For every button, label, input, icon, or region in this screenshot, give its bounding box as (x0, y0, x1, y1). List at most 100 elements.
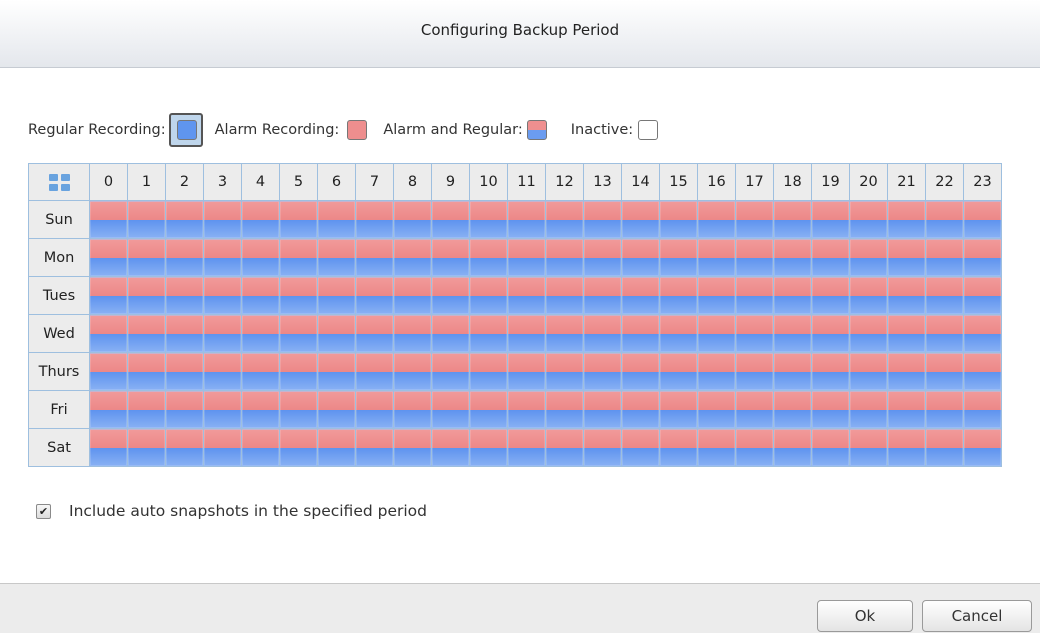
hour-header[interactable]: 19 (811, 163, 850, 201)
schedule-cell[interactable] (811, 428, 850, 467)
schedule-cell[interactable] (887, 390, 926, 429)
schedule-cell[interactable] (317, 276, 356, 315)
schedule-cell[interactable] (545, 238, 584, 277)
schedule-cell[interactable] (203, 238, 242, 277)
schedule-cell[interactable] (469, 352, 508, 391)
schedule-cell[interactable] (697, 428, 736, 467)
schedule-cell[interactable] (735, 238, 774, 277)
schedule-cell[interactable] (545, 428, 584, 467)
snapshot-option[interactable]: ✔ Include auto snapshots in the specifie… (36, 502, 427, 520)
schedule-cell[interactable] (355, 238, 394, 277)
schedule-cell[interactable] (507, 428, 546, 467)
schedule-cell[interactable] (469, 238, 508, 277)
schedule-cell[interactable] (89, 200, 128, 239)
schedule-cell[interactable] (355, 352, 394, 391)
schedule-cell[interactable] (431, 238, 470, 277)
hour-header[interactable]: 22 (925, 163, 964, 201)
schedule-cell[interactable] (773, 390, 812, 429)
schedule-cell[interactable] (203, 390, 242, 429)
schedule-cell[interactable] (925, 276, 964, 315)
schedule-cell[interactable] (887, 314, 926, 353)
schedule-cell[interactable] (621, 390, 660, 429)
schedule-cell[interactable] (241, 352, 280, 391)
schedule-cell[interactable] (89, 428, 128, 467)
schedule-cell[interactable] (583, 428, 622, 467)
schedule-cell[interactable] (925, 428, 964, 467)
schedule-cell[interactable] (925, 314, 964, 353)
schedule-cell[interactable] (89, 314, 128, 353)
schedule-cell[interactable] (317, 314, 356, 353)
schedule-cell[interactable] (925, 238, 964, 277)
schedule-cell[interactable] (127, 314, 166, 353)
schedule-cell[interactable] (89, 352, 128, 391)
legend-regular-swatch[interactable] (177, 120, 198, 140)
schedule-cell[interactable] (849, 200, 888, 239)
hour-header[interactable]: 5 (279, 163, 318, 201)
schedule-cell[interactable] (203, 314, 242, 353)
schedule-cell[interactable] (241, 276, 280, 315)
schedule-cell[interactable] (507, 276, 546, 315)
schedule-cell[interactable] (507, 238, 546, 277)
hour-header[interactable]: 10 (469, 163, 508, 201)
hour-header[interactable]: 18 (773, 163, 812, 201)
schedule-cell[interactable] (811, 238, 850, 277)
schedule-cell[interactable] (431, 390, 470, 429)
schedule-cell[interactable] (659, 352, 698, 391)
schedule-cell[interactable] (507, 352, 546, 391)
schedule-cell[interactable] (659, 200, 698, 239)
schedule-cell[interactable] (279, 200, 318, 239)
schedule-cell[interactable] (355, 314, 394, 353)
schedule-cell[interactable] (621, 276, 660, 315)
schedule-cell[interactable] (279, 276, 318, 315)
schedule-cell[interactable] (127, 276, 166, 315)
schedule-cell[interactable] (659, 428, 698, 467)
schedule-cell[interactable] (431, 314, 470, 353)
schedule-cell[interactable] (621, 314, 660, 353)
schedule-cell[interactable] (773, 428, 812, 467)
schedule-cell[interactable] (393, 238, 432, 277)
hour-header[interactable]: 4 (241, 163, 280, 201)
schedule-cell[interactable] (849, 428, 888, 467)
legend-both-swatch[interactable] (526, 120, 547, 140)
schedule-cell[interactable] (241, 200, 280, 239)
schedule-cell[interactable] (355, 390, 394, 429)
hour-header[interactable]: 2 (165, 163, 204, 201)
schedule-cell[interactable] (697, 390, 736, 429)
schedule-cell[interactable] (241, 314, 280, 353)
hour-header[interactable]: 11 (507, 163, 546, 201)
schedule-cell[interactable] (393, 276, 432, 315)
schedule-cell[interactable] (773, 238, 812, 277)
schedule-cell[interactable] (963, 314, 1002, 353)
day-header[interactable]: Thurs (28, 352, 90, 391)
schedule-cell[interactable] (773, 200, 812, 239)
schedule-cell[interactable] (89, 390, 128, 429)
schedule-cell[interactable] (621, 200, 660, 239)
schedule-cell[interactable] (203, 200, 242, 239)
schedule-cell[interactable] (583, 276, 622, 315)
day-header[interactable]: Sat (28, 428, 90, 467)
select-all-cell[interactable] (28, 163, 90, 201)
schedule-cell[interactable] (697, 200, 736, 239)
schedule-cell[interactable] (583, 200, 622, 239)
schedule-cell[interactable] (89, 276, 128, 315)
schedule-cell[interactable] (241, 238, 280, 277)
schedule-cell[interactable] (317, 352, 356, 391)
schedule-cell[interactable] (735, 390, 774, 429)
hour-header[interactable]: 13 (583, 163, 622, 201)
schedule-cell[interactable] (431, 352, 470, 391)
schedule-cell[interactable] (317, 428, 356, 467)
schedule-cell[interactable] (165, 428, 204, 467)
hour-header[interactable]: 1 (127, 163, 166, 201)
schedule-cell[interactable] (203, 352, 242, 391)
schedule-cell[interactable] (317, 390, 356, 429)
schedule-cell[interactable] (127, 238, 166, 277)
schedule-cell[interactable] (545, 352, 584, 391)
schedule-cell[interactable] (963, 200, 1002, 239)
schedule-cell[interactable] (279, 314, 318, 353)
schedule-cell[interactable] (545, 276, 584, 315)
schedule-cell[interactable] (925, 390, 964, 429)
hour-header[interactable]: 3 (203, 163, 242, 201)
schedule-cell[interactable] (431, 428, 470, 467)
hour-header[interactable]: 0 (89, 163, 128, 201)
schedule-cell[interactable] (545, 314, 584, 353)
